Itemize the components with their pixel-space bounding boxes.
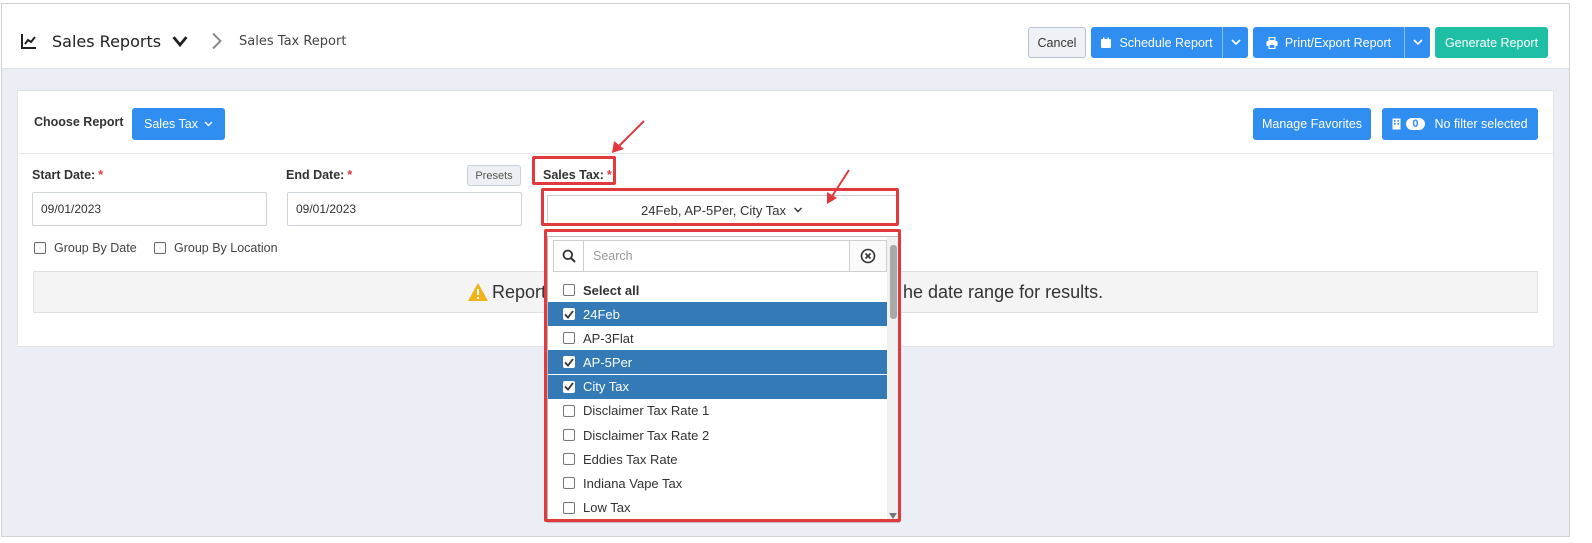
report-select-button[interactable]: Sales Tax	[132, 108, 225, 140]
printer-icon	[1266, 36, 1278, 49]
checkbox[interactable]	[563, 477, 575, 490]
breadcrumb: Sales Tax Report	[239, 33, 347, 49]
start-date-label: Start Date: *	[32, 168, 103, 182]
sales-tax-dropdown: Select all 24Feb AP-3Flat AP-5Per City Tax D…	[547, 236, 900, 523]
presets-button[interactable]: Presets	[467, 165, 521, 186]
list-item[interactable]: AP-5Per	[548, 350, 887, 375]
chevron-down-icon	[794, 207, 802, 213]
list-item[interactable]: Eddies Tax Rate	[548, 447, 887, 471]
schedule-label: Schedule Report	[1119, 35, 1213, 50]
print-dropdown-toggle[interactable]	[1404, 27, 1430, 58]
alert-text-right: he date range for results.	[903, 281, 1104, 302]
clear-circle-icon	[860, 248, 876, 264]
clear-search-button[interactable]	[849, 241, 886, 271]
dropdown-scrollbar[interactable]	[887, 237, 899, 522]
list-item[interactable]: Indiana Vape Tax	[548, 471, 887, 495]
checkbox[interactable]	[563, 429, 575, 441]
start-date-text: Start Date:	[32, 168, 96, 182]
group-by-date-label: Group By Date	[54, 241, 137, 255]
option-label: Indiana Vape Tax	[583, 475, 683, 491]
checkbox[interactable]	[34, 242, 46, 254]
chevron-down-icon	[204, 121, 213, 127]
print-export-button[interactable]: Print/Export Report	[1253, 27, 1430, 58]
chevron-right-icon	[212, 32, 222, 50]
top-gap	[2, 4, 1569, 13]
cancel-button[interactable]: Cancel	[1028, 27, 1086, 58]
list-item[interactable]: Low Tax	[548, 496, 887, 520]
option-label: Disclaimer Tax Rate 1	[583, 403, 710, 419]
cancel-label: Cancel	[1037, 35, 1077, 50]
checkbox[interactable]	[563, 284, 575, 296]
end-date-input[interactable]: 09/01/2023	[287, 192, 522, 226]
start-date-value: 09/01/2023	[41, 202, 102, 216]
manage-favorites-button[interactable]: Manage Favorites	[1253, 108, 1371, 140]
dropdown-search-input[interactable]	[585, 241, 845, 271]
option-label: AP-5Per	[583, 354, 633, 370]
option-label: Low Tax	[583, 500, 631, 516]
search-icon	[554, 241, 584, 271]
manage-favorites-label: Manage Favorites	[1261, 117, 1363, 131]
chevron-down-icon	[1412, 39, 1423, 46]
alert-text-left: Report	[492, 281, 547, 302]
checked-checkbox[interactable]	[563, 356, 575, 369]
end-date-label: End Date: *	[286, 168, 352, 182]
sales-tax-text: Sales Tax:	[543, 168, 604, 182]
start-date-input[interactable]: 09/01/2023	[32, 192, 267, 226]
checkbox[interactable]	[563, 404, 575, 417]
select-all-option[interactable]: Select all	[548, 278, 887, 302]
building-icon	[1392, 118, 1401, 130]
dropdown-search	[553, 240, 887, 272]
checked-checkbox[interactable]	[563, 308, 575, 320]
print-label: Print/Export Report	[1284, 35, 1392, 50]
checkbox[interactable]	[154, 242, 166, 254]
chevron-down-icon[interactable]	[171, 32, 189, 50]
list-item[interactable]: 24Feb	[548, 302, 887, 326]
page-title[interactable]: Sales Reports	[52, 32, 161, 51]
group-by-location-label: Group By Location	[174, 241, 278, 255]
schedule-dropdown-toggle[interactable]	[1222, 27, 1248, 58]
brand: Sales Reports Sales Tax Report	[20, 13, 346, 69]
option-label: 24Feb	[583, 306, 620, 322]
list-item[interactable]: Disclaimer Tax Rate 2	[548, 423, 887, 447]
calendar-icon	[1101, 37, 1112, 48]
generate-label: Generate Report	[1444, 35, 1539, 50]
group-by-location-checkbox[interactable]: Group By Location	[154, 241, 278, 255]
checkbox[interactable]	[563, 453, 575, 466]
filter-button[interactable]: 0 No filter selected	[1382, 108, 1538, 140]
required-mark: *	[606, 168, 612, 182]
scrollbar-thumb[interactable]	[890, 245, 897, 319]
filter-label: No filter selected	[1434, 117, 1528, 131]
required-mark: *	[98, 168, 104, 182]
option-label: AP-3Flat	[583, 330, 634, 346]
list-item[interactable]: AP-3Flat	[548, 326, 887, 350]
required-mark: *	[347, 168, 353, 182]
group-by-date-checkbox[interactable]: Group By Date	[34, 241, 137, 255]
option-label: City Tax	[583, 379, 629, 395]
app-frame: Sales Reports Sales Tax Report Cancel Sc…	[1, 3, 1570, 537]
option-label: Disclaimer Tax Rate 2	[583, 427, 710, 443]
filter-count-badge: 0	[1406, 118, 1425, 130]
generate-report-button[interactable]: Generate Report	[1435, 27, 1548, 58]
top-bar: Sales Reports Sales Tax Report Cancel Sc…	[2, 13, 1569, 69]
end-date-value: 09/01/2023	[296, 202, 357, 216]
checkbox[interactable]	[563, 332, 575, 345]
list-item[interactable]: City Tax	[548, 374, 887, 399]
chevron-down-icon	[1230, 39, 1241, 46]
checkbox[interactable]	[563, 501, 575, 514]
checked-checkbox[interactable]	[563, 380, 575, 393]
card-divider	[18, 153, 1553, 154]
sales-tax-selected-text: 24Feb, AP-5Per, City Tax	[641, 202, 786, 218]
end-date-text: End Date:	[286, 168, 345, 182]
line-chart-icon	[21, 34, 36, 49]
select-all-label: Select all	[583, 282, 640, 298]
list-item[interactable]: Disclaimer Tax Rate 1	[548, 399, 887, 423]
sales-tax-label: Sales Tax: *	[543, 168, 612, 182]
choose-report-label: Choose Report	[34, 115, 124, 129]
option-label: Eddies Tax Rate	[583, 451, 678, 467]
schedule-report-button[interactable]: Schedule Report	[1091, 27, 1248, 58]
sales-tax-multiselect[interactable]: 24Feb, AP-5Per, City Tax	[547, 195, 897, 225]
report-select-label: Sales Tax	[144, 117, 198, 131]
scroll-down-icon[interactable]	[889, 513, 897, 519]
warning-icon	[468, 283, 488, 301]
